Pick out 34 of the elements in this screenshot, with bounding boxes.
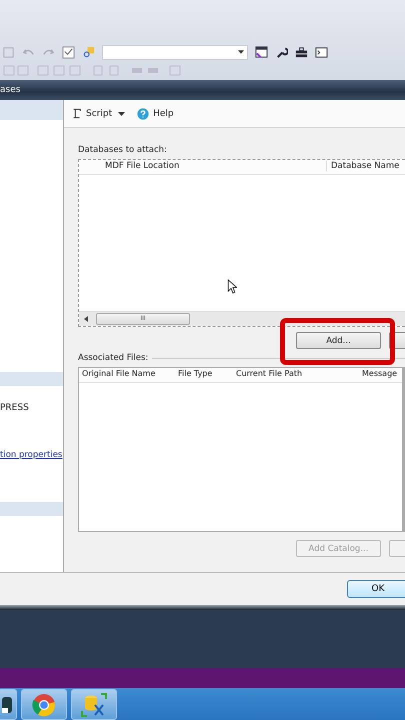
search-icon[interactable] — [82, 46, 95, 58]
dropdown-arrow-icon[interactable] — [238, 50, 244, 54]
server-name: PRESS — [0, 403, 29, 413]
toolbox-icon[interactable] — [295, 46, 308, 58]
ok-button[interactable]: OK — [347, 580, 405, 598]
help-button[interactable]: Help — [153, 108, 174, 118]
dropdown-arrow-icon[interactable] — [116, 110, 128, 118]
column-header[interactable]: Message — [362, 369, 398, 378]
add-button[interactable]: Add... — [296, 332, 381, 349]
column-header[interactable]: MDF File Location — [105, 161, 180, 171]
mouse-cursor-icon — [227, 279, 237, 294]
scroll-left-icon[interactable] — [84, 316, 88, 322]
terminal-icon[interactable] — [315, 46, 328, 58]
section-header — [0, 100, 63, 120]
script-icon — [72, 107, 82, 120]
column-header[interactable]: File Type — [178, 369, 212, 378]
column-header[interactable]: Database Name — [326, 161, 400, 171]
script-button[interactable]: Script — [86, 108, 112, 118]
column-header[interactable]: Current File Path — [236, 369, 302, 378]
search-combo-field[interactable] — [102, 44, 248, 60]
app-icon — [2, 694, 14, 714]
dialog-title: ases — [0, 85, 20, 95]
taskbar-button[interactable] — [0, 689, 17, 720]
associated-files-grid[interactable]: Original File Name File Type Current File Path Message — [78, 367, 405, 532]
checklist-icon[interactable] — [62, 46, 75, 58]
associated-files-label: Associated Files: — [78, 353, 152, 363]
database-tools-icon — [81, 692, 107, 716]
help-icon — [137, 108, 150, 120]
browser-icon — [32, 692, 56, 716]
section-header — [0, 502, 63, 516]
section-header — [0, 372, 63, 386]
connection-properties-link[interactable]: tion properties — [0, 450, 62, 460]
column-header[interactable]: Original File Name — [82, 369, 156, 378]
form-icon[interactable] — [255, 46, 268, 58]
